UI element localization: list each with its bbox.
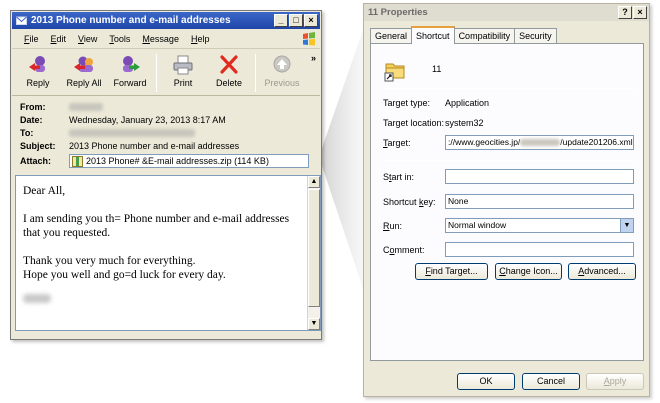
- ok-button[interactable]: OK: [457, 373, 515, 390]
- header-attach: Attach: 2013 Phone# &E-mail addresses.zi…: [20, 154, 309, 168]
- mail-titlebar: 2013 Phone number and e-mail addresses _…: [12, 12, 320, 29]
- menu-view[interactable]: View: [72, 32, 103, 46]
- toolbar-overflow-chevron[interactable]: »: [311, 53, 316, 63]
- vertical-scrollbar[interactable]: ▲ ▼: [307, 176, 320, 330]
- printer-icon: [173, 55, 193, 75]
- comment-label: Comment:: [383, 245, 425, 255]
- menu-edit[interactable]: Edit: [45, 32, 73, 46]
- forward-icon: [123, 56, 140, 72]
- redacted-target: [520, 139, 561, 147]
- scroll-down-arrow-icon[interactable]: ▼: [308, 318, 320, 330]
- tab-general[interactable]: General: [370, 28, 413, 44]
- tab-strip: General Shortcut Compatibility Security: [370, 26, 557, 44]
- shortcut-key-label: Shortcut key:: [383, 197, 436, 207]
- target-label: Target:: [383, 138, 411, 148]
- reply-all-button[interactable]: Reply All: [61, 50, 107, 88]
- menu-help[interactable]: Help: [185, 32, 216, 46]
- run-label: Run:: [383, 221, 403, 231]
- shortcut-tab-page: 11 Target type: Application Target locat…: [370, 43, 644, 361]
- cancel-button[interactable]: Cancel: [522, 373, 580, 390]
- tab-shortcut[interactable]: Shortcut: [411, 26, 455, 44]
- mail-window: 2013 Phone number and e-mail addresses _…: [10, 10, 322, 340]
- properties-titlebar: 11 Properties ? ×: [364, 4, 649, 21]
- header-from: From:: [20, 101, 103, 113]
- separator: [383, 88, 634, 89]
- reply-all-icon: [74, 56, 93, 72]
- tab-compatibility[interactable]: Compatibility: [453, 28, 516, 44]
- folder-shortcut-icon: [384, 63, 405, 82]
- redacted-to: [69, 129, 195, 137]
- redacted-signature: [23, 294, 51, 303]
- toolbar-separator: [156, 54, 157, 92]
- target-input[interactable]: ://www.geocities.jp//update201206.xml: [445, 135, 634, 150]
- close-button[interactable]: ×: [304, 14, 318, 27]
- previous-arrow-icon: [273, 55, 291, 73]
- menu-file[interactable]: File: [18, 32, 45, 46]
- maximize-button[interactable]: □: [289, 14, 303, 27]
- body-line-2: Thank you very much for everything.: [23, 255, 196, 267]
- scroll-up-arrow-icon[interactable]: ▲: [308, 176, 320, 188]
- mail-title: 2013 Phone number and e-mail addresses: [31, 15, 231, 26]
- attachment-field[interactable]: 2013 Phone# &E-mail addresses.zip (114 K…: [69, 154, 309, 168]
- header-subject: Subject: 2013 Phone number and e-mail ad…: [20, 141, 240, 151]
- header-to: To:: [20, 127, 195, 139]
- menubar: File Edit View Tools Message Help: [12, 30, 320, 49]
- previous-button[interactable]: Previous: [259, 50, 305, 88]
- delete-button[interactable]: Delete: [206, 50, 252, 88]
- redacted-from: [69, 103, 103, 111]
- message-headers: From: Date: Wednesday, January 23, 2013 …: [12, 99, 320, 171]
- toolbar-separator: [255, 54, 256, 92]
- forward-button[interactable]: Forward: [107, 50, 153, 88]
- toolbar: Reply Reply All Forward Print Delete Pre…: [12, 50, 320, 96]
- body-line-3: Hope you well and go=d luck for every da…: [23, 269, 226, 281]
- menu-message[interactable]: Message: [136, 32, 185, 46]
- minimize-button[interactable]: _: [274, 14, 288, 27]
- windows-flag-icon: [303, 32, 315, 46]
- body-line-1: I am sending you th= Phone number and e-…: [23, 213, 290, 239]
- zip-file-icon: [72, 155, 83, 167]
- target-type-label: Target type:: [383, 98, 431, 108]
- comment-input[interactable]: [445, 242, 634, 257]
- envelope-icon: [16, 16, 27, 25]
- target-location-value: system32: [445, 118, 484, 128]
- message-body[interactable]: Dear All, I am sending you th= Phone num…: [15, 175, 321, 331]
- menu-tools[interactable]: Tools: [103, 32, 136, 46]
- scroll-thumb[interactable]: [308, 189, 320, 307]
- target-location-label: Target location:: [383, 118, 445, 128]
- properties-dialog: 11 Properties ? × General Shortcut Compa…: [363, 3, 650, 397]
- advanced-button[interactable]: Advanced...: [568, 263, 636, 280]
- find-target-button[interactable]: Find Target...: [415, 263, 488, 280]
- start-in-label: Start in:: [383, 172, 415, 182]
- status-strip: [15, 331, 321, 339]
- tab-security[interactable]: Security: [514, 28, 557, 44]
- apply-button[interactable]: Apply: [586, 373, 644, 390]
- shortcut-name: 11: [432, 64, 442, 74]
- reply-icon: [29, 56, 45, 72]
- start-in-input[interactable]: [445, 169, 634, 184]
- separator: [383, 160, 634, 161]
- chevron-down-icon[interactable]: ▼: [620, 219, 633, 232]
- dialog-close-button[interactable]: ×: [633, 6, 647, 19]
- run-select[interactable]: Normal window ▼: [445, 218, 634, 233]
- properties-title: 11 Properties: [368, 7, 428, 18]
- change-icon-button[interactable]: Change Icon...: [495, 263, 562, 280]
- print-button[interactable]: Print: [160, 50, 206, 88]
- delete-x-icon: [220, 55, 238, 74]
- body-greeting: Dear All,: [23, 185, 66, 197]
- help-button[interactable]: ?: [618, 6, 632, 19]
- target-type-value: Application: [445, 98, 490, 108]
- header-date: Date: Wednesday, January 23, 2013 8:17 A…: [20, 115, 226, 125]
- reply-button[interactable]: Reply: [15, 50, 61, 88]
- shortcut-key-input[interactable]: None: [445, 194, 634, 209]
